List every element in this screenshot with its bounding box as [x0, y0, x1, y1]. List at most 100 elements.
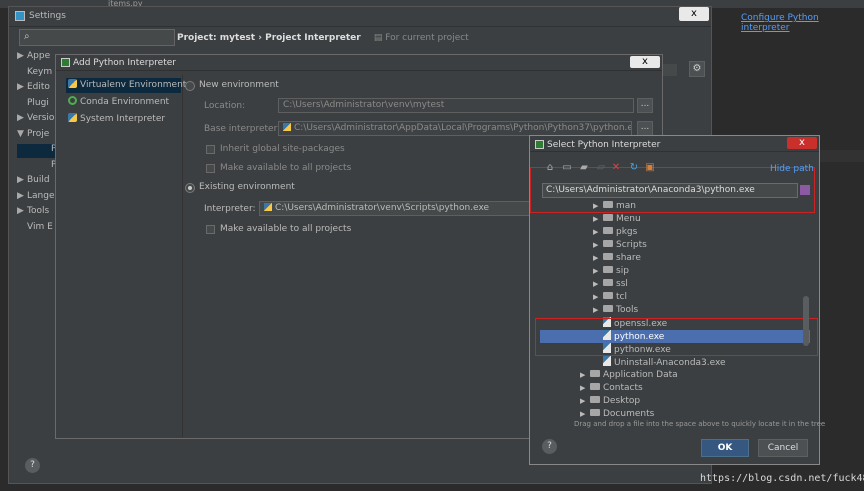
editor-current-line — [820, 150, 864, 162]
tree-folder-row[interactable]: ▶ Documents — [540, 408, 810, 418]
settings-search-input[interactable]: ⌕ — [19, 29, 175, 46]
location-field[interactable]: C:\Users\Administrator\venv\mytest — [278, 98, 634, 113]
expand-arrow-icon[interactable]: ▶ — [593, 213, 603, 226]
tree-item-label: Menu — [616, 214, 641, 224]
base-interpreter-field[interactable]: C:\Users\Administrator\AppData\Local\Pro… — [278, 121, 632, 136]
inherit-packages-checkbox[interactable] — [206, 145, 215, 154]
expand-arrow-icon[interactable]: ▶ — [580, 395, 590, 408]
select-help-button[interactable]: ? — [542, 439, 557, 454]
folder-icon — [603, 292, 613, 299]
expand-arrow-icon[interactable]: ▶ — [593, 252, 603, 265]
tree-item-label: Application Data — [603, 370, 678, 380]
settings-title: Settings — [29, 11, 66, 21]
select-interpreter-title: Select Python Interpreter — [547, 140, 661, 150]
search-icon: ⌕ — [24, 31, 30, 42]
env-type-item[interactable]: Virtualenv Environment — [66, 78, 186, 93]
cancel-button[interactable]: Cancel — [758, 439, 808, 457]
make-available-checkbox-2[interactable] — [206, 225, 215, 234]
tree-folder-row[interactable]: ▶ Desktop — [540, 395, 810, 408]
interpreter-field[interactable]: C:\Users\Administrator\venv\Scripts\pyth… — [259, 201, 531, 216]
refresh-icon[interactable]: ↻ — [628, 162, 640, 174]
breadcrumb-project[interactable]: Project: mytest — [177, 33, 255, 43]
tree-folder-row[interactable]: ▶ man — [540, 200, 810, 213]
tree-folder-row[interactable]: ▶ Application Data — [540, 369, 810, 382]
tree-item-label: ssl — [616, 279, 628, 289]
file-tree: ▶ man ▶ Menu ▶ pkgs ▶ Scripts ▶ share ▶ sip ▶ ssl ▶ tcl… — [540, 200, 810, 418]
base-interpreter-label: Base interpreter: — [204, 124, 281, 134]
desktop-icon[interactable]: ▭ — [561, 162, 573, 174]
breadcrumb-separator: › — [258, 33, 262, 43]
base-browse-button[interactable]: ... — [637, 121, 653, 136]
folder-icon — [603, 305, 613, 312]
add-interpreter-title: Add Python Interpreter — [73, 58, 176, 68]
breadcrumb: Project: mytest › Project Interpreter ▤ … — [177, 33, 469, 43]
expand-arrow-icon[interactable]: ▶ — [580, 369, 590, 382]
path-input[interactable]: C:\Users\Administrator\Anaconda3\python.… — [542, 183, 798, 198]
select-interpreter-close-button[interactable]: x — [787, 137, 817, 149]
tree-folder-row[interactable]: ▶ pkgs — [540, 226, 810, 239]
tree-item-label: Uninstall-Anaconda3.exe — [614, 358, 726, 368]
tree-folder-row[interactable]: ▶ Menu — [540, 213, 810, 226]
tree-item-label: share — [616, 253, 641, 263]
pycharm-icon — [535, 140, 544, 149]
expand-arrow-icon[interactable]: ▶ — [593, 265, 603, 278]
expand-arrow-icon: ▶ — [17, 190, 24, 201]
virtualenv-icon — [68, 79, 77, 88]
pycharm-icon — [61, 58, 70, 67]
expand-arrow-icon: ▼ — [17, 128, 24, 139]
settings-help-button[interactable]: ? — [25, 458, 40, 473]
expand-arrow-icon: ▶ — [17, 206, 24, 216]
tree-item-label: Desktop — [603, 396, 641, 406]
tree-file-row[interactable]: Uninstall-Anaconda3.exe — [540, 356, 810, 369]
show-hidden-icon[interactable]: ▣ — [644, 162, 656, 174]
tree-item-label: Contacts — [603, 383, 643, 393]
tree-folder-row[interactable]: ▶ ssl — [540, 278, 810, 291]
gear-icon[interactable]: ⚙ — [689, 61, 705, 77]
settings-titlebar: Settings x — [9, 7, 711, 27]
tree-folder-row[interactable]: ▶ Contacts — [540, 382, 810, 395]
tree-folder-row[interactable]: ▶ share — [540, 252, 810, 265]
env-type-item[interactable]: Conda Environment — [66, 95, 181, 110]
expand-arrow-icon[interactable]: ▶ — [593, 304, 603, 317]
delete-icon[interactable]: ✕ — [610, 162, 622, 174]
hide-path-link[interactable]: Hide path — [770, 164, 814, 174]
sidebar-item-label: Vim E — [27, 221, 53, 232]
expand-arrow-icon[interactable]: ▶ — [593, 239, 603, 252]
settings-close-button[interactable]: x — [679, 7, 709, 21]
new-folder-icon[interactable]: ▱ — [595, 162, 607, 174]
new-environment-label: New environment — [199, 80, 279, 90]
expand-arrow-icon[interactable]: ▶ — [580, 382, 590, 395]
tree-folder-row[interactable]: ▶ sip — [540, 265, 810, 278]
location-label: Location: — [204, 101, 246, 111]
path-history-icon[interactable] — [800, 185, 810, 195]
sidebar-item-label: Keym — [27, 66, 53, 77]
folder-icon — [603, 279, 613, 286]
tree-folder-row[interactable]: ▶ tcl — [540, 291, 810, 304]
env-type-item[interactable]: System Interpreter — [66, 112, 181, 127]
sidebar-item-label: Tools — [27, 206, 50, 216]
folder-icon — [603, 266, 613, 273]
expand-arrow-icon[interactable]: ▶ — [593, 278, 603, 291]
folder-icon — [603, 240, 613, 247]
add-interpreter-close-button[interactable]: x — [630, 56, 660, 68]
make-available-checkbox-1[interactable] — [206, 164, 215, 173]
tree-item-label: Documents — [603, 409, 655, 418]
expand-arrow-icon[interactable]: ▶ — [593, 291, 603, 304]
expand-arrow-icon[interactable]: ▶ — [593, 200, 603, 213]
tree-scrollbar[interactable] — [803, 296, 809, 346]
tree-folder-row[interactable]: ▶ Tools — [540, 304, 810, 317]
existing-environment-radio[interactable] — [185, 183, 195, 193]
new-environment-radio[interactable] — [185, 81, 195, 91]
ok-button[interactable]: OK — [701, 439, 749, 457]
inherit-packages-label: Inherit global site-packages — [220, 144, 345, 154]
expand-arrow-icon[interactable]: ▶ — [580, 408, 590, 418]
configure-interpreter-link[interactable]: Configure Python interpreter — [741, 13, 864, 33]
home-icon[interactable]: ⌂ — [544, 162, 556, 174]
python-icon — [264, 203, 272, 211]
project-folder-icon[interactable]: ▰ — [578, 162, 590, 174]
location-browse-button[interactable]: ... — [637, 98, 653, 113]
expand-arrow-icon[interactable]: ▶ — [593, 226, 603, 239]
tree-folder-row[interactable]: ▶ Scripts — [540, 239, 810, 252]
files-highlight-box — [535, 318, 818, 356]
select-python-interpreter-dialog: Select Python Interpreter x ⌂ ▭ ▰ ▱ ✕ ↻ … — [529, 135, 825, 465]
